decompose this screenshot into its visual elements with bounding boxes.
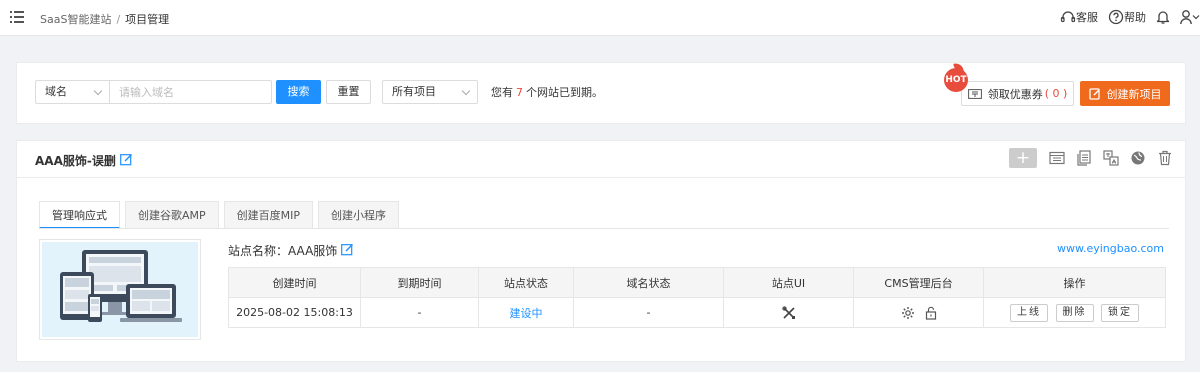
project-toolbar: + [1009, 148, 1173, 168]
globe-icon[interactable] [1130, 150, 1146, 166]
col-domain-status: 域名状态 [573, 267, 724, 298]
table-header-row: 创建时间 到期时间 站点状态 域名状态 站点UI CMS管理后台 操作 [228, 267, 1166, 298]
tools-icon[interactable] [781, 305, 796, 320]
add-icon[interactable]: + [1009, 148, 1037, 168]
bell-icon [1156, 11, 1170, 24]
created-time-cell: 2025-08-02 15:08:13 [228, 297, 361, 328]
ticket-icon [967, 88, 982, 99]
breadcrumb-root[interactable]: SaaS智能建站 [40, 13, 111, 26]
edit-icon[interactable] [120, 153, 133, 166]
chevron-down-icon [93, 86, 103, 96]
notification-button[interactable] [1156, 9, 1170, 25]
project-title: AAA服饰-误删 [35, 154, 116, 168]
breadcrumb: SaaS智能建站 / 项目管理 [40, 11, 169, 27]
tab-google-amp[interactable]: 创建谷歌AMP [125, 201, 219, 229]
user-menu[interactable] [1180, 9, 1200, 25]
headset-icon [1060, 11, 1076, 23]
help-icon [1108, 9, 1124, 25]
chevron-down-icon [1192, 15, 1200, 20]
publish-button[interactable]: 上线 [1010, 303, 1048, 322]
search-panel: 域名 搜索 重置 所有项目 您有7个网站已到期。 HOT 领取优惠券 ( 0 )… [16, 62, 1186, 124]
project-filter-value: 所有项目 [392, 85, 436, 98]
unlock-icon[interactable] [925, 306, 937, 320]
expire-count[interactable]: 7 [516, 86, 523, 99]
lock-button[interactable]: 锁定 [1101, 303, 1139, 322]
search-button[interactable]: 搜索 [276, 80, 321, 104]
hot-badge: HOT [944, 68, 968, 92]
site-thumbnail[interactable] [39, 239, 201, 340]
coupon-button[interactable]: 领取优惠券 ( 0 ) [961, 81, 1074, 106]
tab-responsive[interactable]: 管理响应式 [39, 201, 120, 229]
tab-mini-program[interactable]: 创建小程序 [318, 201, 400, 229]
top-actions: 客服 帮助 [1060, 8, 1200, 26]
project-filter-select[interactable]: 所有项目 [382, 80, 478, 104]
top-bar: SaaS智能建站 / 项目管理 客服 帮助 [0, 0, 1200, 36]
coupon-label: 领取优惠券 [987, 87, 1043, 101]
help-link[interactable]: 帮助 [1108, 9, 1146, 25]
trash-icon[interactable] [1157, 150, 1173, 166]
expire-suffix: 个网站已到期。 [526, 86, 603, 99]
col-operations: 操作 [983, 267, 1166, 298]
devices-illustration [60, 250, 182, 322]
site-info-table: 创建时间 到期时间 站点状态 域名状态 站点UI CMS管理后台 操作 2025… [228, 267, 1166, 328]
translate-icon[interactable] [1103, 150, 1119, 166]
site-ui-cell [723, 297, 854, 328]
create-project-button[interactable]: 创建新项目 [1080, 81, 1170, 106]
project-card: AAA服饰-误删 + 管理响应式 创建谷歌AMP 创建百度MIP 创建小程序 站… [16, 140, 1186, 362]
project-header: AAA服饰-误删 + [17, 141, 1185, 178]
expire-time-cell: - [360, 297, 479, 328]
col-created-time: 创建时间 [228, 267, 361, 298]
operations-cell: 上线 删除 锁定 [983, 297, 1166, 328]
col-cms-admin: CMS管理后台 [853, 267, 984, 298]
domain-type-select[interactable]: 域名 [35, 80, 109, 104]
reset-button[interactable]: 重置 [326, 80, 371, 104]
site-tabs: 管理响应式 创建谷歌AMP 创建百度MIP 创建小程序 [39, 201, 404, 229]
service-label: 客服 [1076, 11, 1098, 24]
breadcrumb-separator: / [116, 13, 121, 26]
coupon-count: ( 0 ) [1044, 87, 1068, 100]
create-project-label: 创建新项目 [1106, 87, 1162, 101]
expire-prefix: 您有 [491, 86, 513, 99]
gear-icon[interactable] [901, 306, 915, 320]
domain-search-input[interactable] [109, 80, 272, 104]
domain-status-cell: - [573, 297, 724, 328]
tab-divider [39, 228, 1169, 229]
expire-notice: 您有 7 个网站已到期。 [491, 84, 603, 100]
col-site-ui: 站点UI [723, 267, 854, 298]
create-icon [1088, 87, 1100, 100]
chevron-down-icon [461, 86, 471, 96]
tab-baidu-mip[interactable]: 创建百度MIP [223, 201, 314, 229]
site-status-cell: 建设中 [478, 297, 574, 328]
domain-type-value: 域名 [45, 85, 67, 98]
service-link[interactable]: 客服 [1060, 9, 1098, 25]
help-label: 帮助 [1124, 11, 1146, 24]
site-url-link[interactable]: www.eyingbao.com [1057, 242, 1164, 255]
menu-icon[interactable] [10, 11, 24, 23]
breadcrumb-current: 项目管理 [125, 13, 170, 26]
delete-button[interactable]: 删除 [1055, 303, 1094, 322]
cms-admin-cell [853, 297, 984, 328]
site-status-link[interactable]: 建设中 [510, 307, 543, 320]
edit-icon[interactable] [341, 243, 354, 256]
site-name: 站点名称：AAA服饰 [228, 244, 338, 258]
table-row: 2025-08-02 15:08:13 - 建设中 - 上线 删除 锁定 [228, 297, 1166, 328]
copy-icon[interactable] [1076, 150, 1092, 166]
folder-icon[interactable] [1049, 150, 1065, 166]
col-expire-time: 到期时间 [360, 267, 479, 298]
user-icon [1180, 10, 1192, 25]
col-site-status: 站点状态 [478, 267, 574, 298]
